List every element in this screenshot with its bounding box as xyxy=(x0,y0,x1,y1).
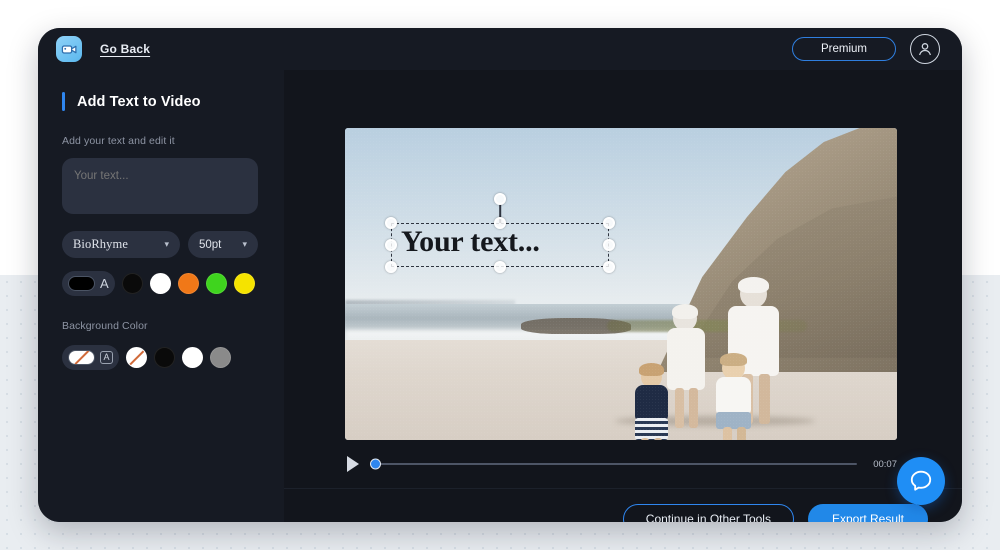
go-back-link[interactable]: Go Back xyxy=(100,42,150,56)
export-result-button[interactable]: Export Result xyxy=(807,504,928,522)
resize-handle-top-right[interactable] xyxy=(603,217,615,229)
background-color-label: Background Color xyxy=(62,320,148,332)
header-right-group: Premium xyxy=(792,34,940,64)
text-section-label: Add your text and edit it xyxy=(62,135,175,147)
font-size-dropdown[interactable]: 50pt ▾ xyxy=(188,231,258,258)
time-label: 00:07 xyxy=(873,458,897,470)
continue-in-other-tools-button[interactable]: Continue in Other Tools xyxy=(622,504,794,522)
video-camera-icon[interactable] xyxy=(56,36,82,62)
resize-handle-bottom-left[interactable] xyxy=(385,261,397,273)
video-preview[interactable]: Your text... xyxy=(345,128,897,440)
text-overlay-object[interactable]: Your text... xyxy=(385,193,615,273)
background-swatch-none[interactable] xyxy=(126,347,148,368)
app-header: Go Back Premium xyxy=(38,28,962,70)
text-color-swatch-green[interactable] xyxy=(205,273,227,294)
resize-handle-top-left[interactable] xyxy=(385,217,397,229)
text-color-selected[interactable]: A xyxy=(62,271,115,296)
rotate-handle[interactable] xyxy=(494,193,506,205)
background-swatch-black[interactable] xyxy=(154,347,176,368)
text-color-swatch-yellow[interactable] xyxy=(233,273,255,294)
chevron-down-icon: ▾ xyxy=(242,239,247,249)
text-color-swatch-row: A xyxy=(62,271,284,296)
resize-handle-bottom-center[interactable] xyxy=(494,261,506,273)
user-avatar-icon[interactable] xyxy=(910,34,940,64)
panel-accent-bar xyxy=(62,92,65,111)
background-color-a-glyph: A xyxy=(100,351,114,364)
background-color-selected[interactable]: A xyxy=(62,345,120,370)
text-color-a-glyph: A xyxy=(100,276,109,291)
background-swatch-gray[interactable] xyxy=(210,347,232,368)
font-controls-row: BioRhyme ▾ 50pt ▾ xyxy=(62,231,284,258)
progress-knob[interactable] xyxy=(370,458,381,470)
background-color-pill-none xyxy=(68,350,95,365)
editor-area: Your text... 00:07 Continue in Other Too… xyxy=(284,70,962,522)
chevron-down-icon: ▾ xyxy=(164,239,169,249)
play-icon[interactable] xyxy=(347,456,359,472)
text-input[interactable] xyxy=(62,158,258,214)
app-window: Go Back Premium Add Text to Video Add yo… xyxy=(38,28,962,522)
page-title: Add Text to Video xyxy=(77,93,201,110)
video-player-controls: 00:07 xyxy=(345,452,897,476)
text-color-swatch-orange[interactable] xyxy=(177,273,199,294)
resize-handle-bottom-right[interactable] xyxy=(603,261,615,273)
text-color-swatch-white[interactable] xyxy=(149,273,171,294)
footer-actions: Continue in Other Tools Export Result xyxy=(622,504,928,522)
sidebar-panel: Add Text to Video Add your text and edit… xyxy=(38,70,284,522)
panel-title-row: Add Text to Video xyxy=(38,92,284,111)
font-family-dropdown[interactable]: BioRhyme ▾ xyxy=(62,231,180,258)
overlay-text-value: Your text... xyxy=(401,225,540,258)
footer-divider xyxy=(284,488,962,489)
background-swatch-white[interactable] xyxy=(182,347,204,368)
background-color-swatch-row: A xyxy=(62,345,284,370)
font-family-value: BioRhyme xyxy=(73,237,128,251)
font-size-value: 50pt xyxy=(199,238,222,251)
chat-bubble-icon[interactable] xyxy=(897,457,945,505)
text-color-pill xyxy=(68,276,95,291)
progress-slider[interactable] xyxy=(370,458,857,470)
resize-handle-middle-left[interactable] xyxy=(385,239,397,251)
premium-button[interactable]: Premium xyxy=(792,37,896,61)
resize-handle-middle-right[interactable] xyxy=(603,239,615,251)
text-color-swatch-black[interactable] xyxy=(121,273,143,294)
